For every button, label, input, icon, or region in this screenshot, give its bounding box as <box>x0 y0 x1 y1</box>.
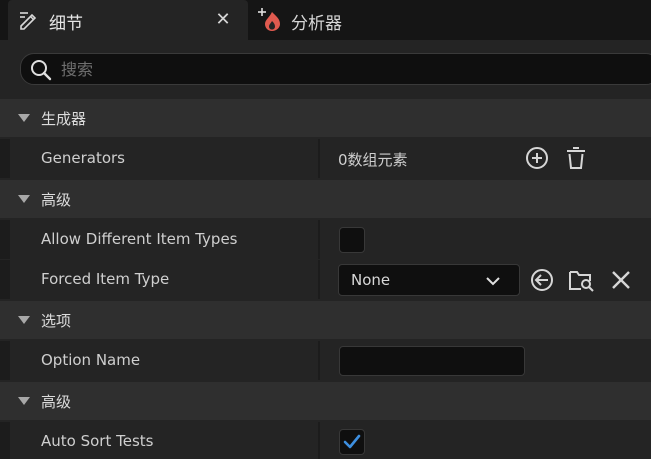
search-input[interactable] <box>61 57 621 81</box>
allow-different-item-types-checkbox[interactable] <box>339 227 365 253</box>
tab-profiler[interactable]: 分析器 <box>256 0 406 40</box>
section-advanced-label: 高级 <box>41 191 72 209</box>
details-panel: 生成器 Generators 0数组元素 高级 Allow <box>0 40 651 459</box>
tab-profiler-label: 分析器 <box>291 14 342 34</box>
property-row-auto-sort-tests: Auto Sort Tests <box>0 422 651 459</box>
property-name-cell: Generators <box>10 139 318 178</box>
use-selected-asset-icon[interactable] <box>529 267 555 293</box>
section-advanced-2[interactable]: 高级 <box>0 382 651 420</box>
property-row-allow-different-item-types: Allow Different Item Types <box>0 220 651 259</box>
forced-item-type-label: Forced Item Type <box>41 270 170 288</box>
collapse-arrow-icon[interactable] <box>18 397 30 405</box>
pencil-icon <box>18 9 40 31</box>
section-advanced[interactable]: 高级 <box>0 180 651 218</box>
property-row-generators: Generators 0数组元素 <box>0 139 651 178</box>
chevron-down-icon <box>485 273 501 289</box>
property-row-option-name: Option Name <box>0 341 651 380</box>
section-advanced-2-label: 高级 <box>41 393 72 411</box>
property-name-cell: Forced Item Type <box>10 260 318 299</box>
section-generator-label: 生成器 <box>41 110 87 128</box>
generators-element-count: 0数组元素 <box>338 151 408 169</box>
option-name-input[interactable] <box>339 346 525 376</box>
property-value-cell <box>320 220 651 259</box>
property-value-cell <box>320 422 651 459</box>
auto-sort-tests-checkbox[interactable] <box>339 429 365 455</box>
forced-item-type-value: None <box>351 271 391 289</box>
collapse-arrow-icon[interactable] <box>18 316 30 324</box>
collapse-arrow-icon[interactable] <box>18 114 30 122</box>
section-options-label: 选项 <box>41 312 72 330</box>
property-name-cell: Option Name <box>10 341 318 380</box>
profiler-flame-icon <box>258 6 284 32</box>
auto-sort-tests-label: Auto Sort Tests <box>41 432 154 450</box>
option-name-label: Option Name <box>41 351 141 369</box>
trash-icon[interactable] <box>563 145 589 171</box>
generators-label: Generators <box>41 149 125 167</box>
forced-item-type-dropdown[interactable]: None <box>338 264 520 296</box>
tab-bar: 细节 ✕ 分析器 <box>0 0 651 40</box>
collapse-arrow-icon[interactable] <box>18 195 30 203</box>
browse-folder-icon[interactable] <box>568 267 594 293</box>
tab-details-label: 细节 <box>49 14 83 34</box>
allow-different-item-types-label: Allow Different Item Types <box>41 230 238 248</box>
close-icon[interactable]: ✕ <box>213 10 233 30</box>
add-element-icon[interactable] <box>524 145 550 171</box>
checkmark-icon <box>343 434 361 449</box>
section-options[interactable]: 选项 <box>0 301 651 339</box>
tab-details[interactable]: 细节 ✕ <box>8 0 248 40</box>
property-row-forced-item-type: Forced Item Type None <box>0 260 651 299</box>
section-generator[interactable]: 生成器 <box>0 99 651 137</box>
property-name-cell: Allow Different Item Types <box>10 220 318 259</box>
clear-icon[interactable] <box>608 267 634 293</box>
search-icon <box>29 58 53 82</box>
search-box <box>20 53 651 85</box>
property-name-cell: Auto Sort Tests <box>10 422 318 459</box>
